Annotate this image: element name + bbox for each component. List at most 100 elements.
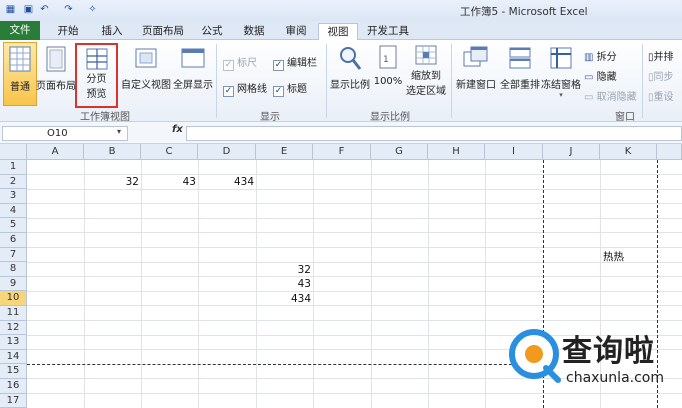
cell-E8[interactable]: 32	[256, 264, 311, 276]
formula-input[interactable]	[186, 126, 682, 141]
row-header[interactable]: 5	[0, 218, 27, 233]
row-header[interactable]: 6	[0, 233, 27, 248]
save-icon[interactable]: ▣	[22, 3, 35, 16]
column-header[interactable]: F	[313, 144, 371, 160]
tab-page-layout[interactable]: 页面布局	[136, 23, 190, 40]
column-header[interactable]: C	[141, 144, 198, 160]
tab-file[interactable]: 文件	[0, 21, 40, 40]
gridline	[27, 276, 682, 278]
arrange-all-label: 全部重排	[500, 80, 540, 91]
dropdown-arrow-icon: ▾	[559, 91, 563, 99]
gridline	[27, 217, 682, 219]
row-header[interactable]: 9	[0, 276, 27, 292]
arrange-all-button[interactable]: 全部重排	[498, 42, 542, 104]
column-header[interactable]: A	[27, 144, 84, 160]
group-label-window: 窗口	[615, 112, 635, 123]
column-header[interactable]: B	[84, 144, 141, 160]
cell-K7[interactable]: 热热	[603, 249, 653, 264]
gridline	[27, 203, 682, 205]
tab-formulas[interactable]: 公式	[194, 23, 230, 40]
column-header[interactable]: K	[600, 144, 657, 160]
custom-views-button[interactable]: 自定义视图	[120, 42, 172, 104]
row-header[interactable]: 3	[0, 189, 27, 204]
row-header[interactable]: 17	[0, 393, 27, 408]
full-screen-icon	[181, 48, 205, 68]
unhide-button[interactable]: ▭ 取消隐藏	[584, 88, 637, 103]
column-header[interactable]: H	[428, 144, 485, 160]
split-label: 拆分	[596, 52, 617, 63]
ribbon-separator	[642, 44, 643, 118]
row-header[interactable]: 13	[0, 335, 27, 350]
row-header[interactable]: 14	[0, 349, 27, 365]
split-icon: ▥	[584, 52, 594, 63]
normal-view-button[interactable]: 普通	[3, 42, 37, 106]
hide-label: 隐藏	[596, 72, 617, 83]
column-header[interactable]: G	[371, 144, 428, 160]
gridline	[27, 261, 682, 263]
side-by-side-button[interactable]: ▯并排	[648, 48, 674, 63]
watermark: 查询啦 chaxunla.com	[506, 320, 682, 408]
cell-C2[interactable]: 43	[141, 176, 196, 188]
gridline	[27, 232, 682, 234]
gridlines-checkbox[interactable]: ✓ 网格线	[223, 80, 267, 97]
gridline	[27, 290, 682, 292]
excel-logo-icon: ▦	[5, 4, 16, 15]
ribbon-separator	[216, 44, 217, 118]
row-header[interactable]: 15	[0, 364, 27, 379]
gridlines-label: 网格线	[237, 84, 267, 95]
row-header-selected[interactable]: 10	[0, 291, 27, 306]
formula-bar-checkbox[interactable]: ✓ 编辑栏	[273, 54, 317, 71]
undo-icon[interactable]: ↶	[38, 3, 51, 16]
cell-E9[interactable]: 43	[256, 278, 311, 290]
new-window-button[interactable]: 新建窗口	[454, 42, 498, 104]
page-layout-view-button[interactable]: 页面布局	[36, 42, 76, 104]
row-header[interactable]: 2	[0, 174, 27, 190]
zoom-to-selection-button[interactable]: 缩放到 选定区域	[404, 42, 448, 106]
row-header[interactable]: 12	[0, 320, 27, 336]
row-header[interactable]: 1	[0, 160, 27, 175]
full-screen-button[interactable]: 全屏显示	[172, 42, 214, 104]
tab-developer[interactable]: 开发工具	[362, 23, 414, 40]
zoom-100-button[interactable]: 1 100%	[372, 42, 404, 104]
tab-view[interactable]: 视图	[318, 23, 358, 41]
column-header[interactable]: E	[256, 144, 313, 160]
column-header[interactable]: I	[485, 144, 543, 160]
row-header[interactable]: 8	[0, 262, 27, 277]
row-header[interactable]: 4	[0, 203, 27, 219]
hide-button[interactable]: ▭ 隐藏	[584, 68, 617, 83]
normal-view-label: 普通	[10, 82, 30, 93]
redo-icon[interactable]: ↷	[62, 3, 75, 16]
row-header[interactable]: 7	[0, 247, 27, 263]
cell-B2[interactable]: 32	[84, 176, 139, 188]
cell-E10[interactable]: 434	[256, 293, 311, 305]
page-break-preview-label-2: 预览	[86, 89, 107, 100]
customize-toolbar-icon[interactable]: ✧	[86, 3, 99, 16]
name-box-dropdown-icon[interactable]: ▾	[117, 127, 121, 136]
cell-D2[interactable]: 434	[198, 176, 254, 188]
row-header[interactable]: 16	[0, 379, 27, 394]
split-button[interactable]: ▥ 拆分	[584, 48, 617, 63]
tab-home[interactable]: 开始	[48, 23, 88, 40]
name-box[interactable]: O10	[2, 126, 128, 141]
tab-review[interactable]: 审阅	[278, 23, 314, 40]
sync-scroll-button[interactable]: ▯同步	[648, 68, 674, 83]
headings-checkbox[interactable]: ✓ 标题	[273, 80, 307, 97]
column-header-partial[interactable]	[657, 144, 682, 160]
insert-function-icon[interactable]: fx	[172, 124, 183, 135]
zoom-button[interactable]: 显示比例	[330, 42, 370, 104]
ruler-label: 标尺	[237, 58, 257, 69]
reset-position-button[interactable]: ▯重设	[648, 88, 674, 103]
row-header[interactable]: 11	[0, 306, 27, 321]
select-all-corner[interactable]	[0, 144, 27, 160]
column-header[interactable]: D	[198, 144, 256, 160]
column-header[interactable]: J	[543, 144, 600, 160]
new-window-label[interactable]: 新建窗口	[454, 76, 498, 91]
freeze-panes-button[interactable]: 冻结窗格 ▾	[541, 42, 581, 104]
tab-insert[interactable]: 插入	[92, 23, 132, 40]
watermark-text: 查询啦	[562, 334, 655, 369]
tab-data[interactable]: 数据	[236, 23, 272, 40]
ruler-checkbox[interactable]: ✓ 标尺	[223, 54, 257, 71]
page-break-preview-button[interactable]: 分页 预览	[75, 43, 118, 108]
watermark-url: chaxunla.com	[566, 370, 664, 386]
group-label-zoom: 显示比例	[370, 112, 410, 123]
